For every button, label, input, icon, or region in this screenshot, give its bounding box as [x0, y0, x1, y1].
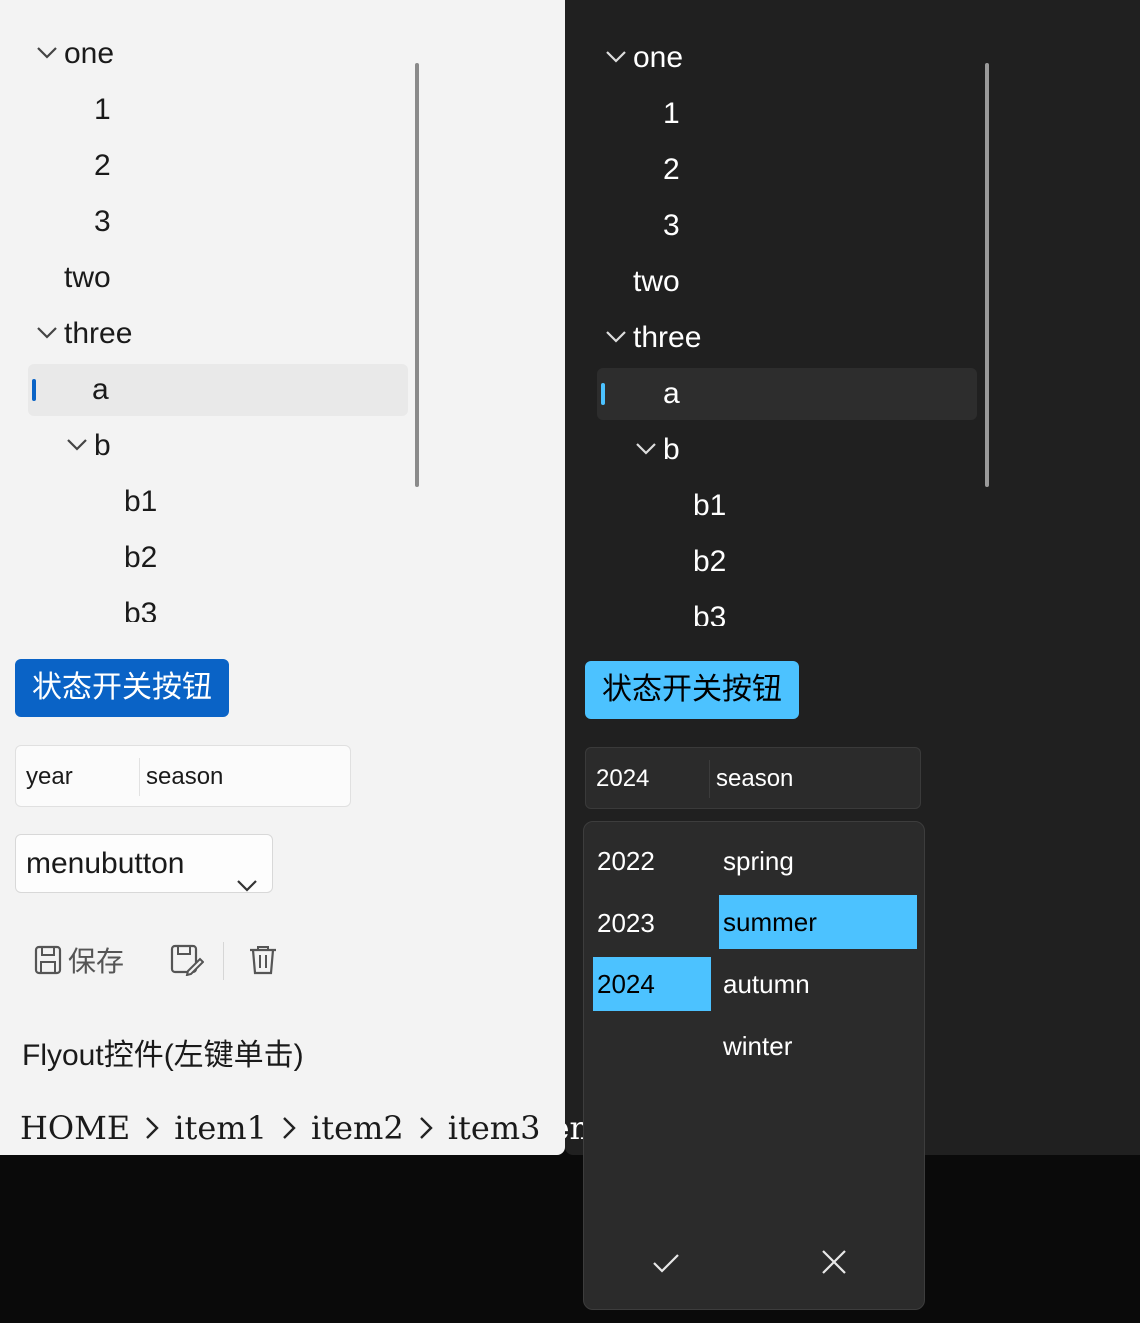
picker-season: season [716, 765, 794, 792]
state-toggle-button[interactable]: 状态开关按钮 [585, 661, 799, 719]
tree-item-label: 2 [94, 149, 111, 182]
tree-item-label: a [663, 377, 680, 410]
tree-item-a[interactable]: a [28, 364, 408, 416]
tree-item-label: b1 [124, 485, 158, 518]
season-option[interactable]: autumn [719, 957, 917, 1011]
tree-item-1[interactable]: 1 [28, 84, 408, 136]
tree-item-two[interactable]: two [597, 256, 977, 308]
tree-item-b1[interactable]: b1 [597, 480, 977, 532]
breadcrumb-item[interactable]: HOME [20, 1109, 130, 1147]
flyout-actions [584, 1225, 924, 1309]
tree-item-label: three [64, 317, 133, 350]
tree-item-b2[interactable]: b2 [28, 532, 408, 584]
chevron-down-icon [236, 855, 258, 912]
tree-item-b[interactable]: b [28, 420, 408, 472]
tree-item-a[interactable]: a [597, 368, 977, 420]
flyout-trigger-label[interactable]: Flyout控件(左键单击) [22, 1030, 304, 1074]
accept-button[interactable] [646, 1245, 686, 1285]
year-season-flyout: 2022 2023 2024 spring summer autumn wint… [583, 821, 925, 1310]
checkmark-icon [652, 1250, 680, 1281]
light-theme-panel: one 1 2 3 two three a b b1 b2 b3 状态开关按钮 … [0, 0, 565, 1155]
picker-year: year [26, 763, 73, 790]
tree-item-two[interactable]: two [28, 252, 408, 304]
tree-item-b3[interactable]: b3 [28, 588, 408, 622]
picker-divider [139, 758, 140, 796]
tree-item-label: b3 [693, 601, 727, 626]
year-season-picker[interactable]: year season [15, 745, 351, 807]
tree-item-label: three [633, 321, 702, 354]
tree-item-3[interactable]: 3 [28, 196, 408, 248]
year-option[interactable]: 2023 [593, 896, 711, 950]
tree-item-label: 2 [663, 153, 680, 186]
year-option[interactable]: 2022 [593, 834, 711, 888]
tree-item-b[interactable]: b [597, 424, 977, 476]
selection-indicator [601, 383, 605, 405]
tree-item-three[interactable]: three [28, 308, 408, 360]
breadcrumb-item[interactable]: item2 [311, 1109, 404, 1147]
tree-item-label: b [663, 433, 680, 466]
command-separator [223, 942, 224, 980]
tree-item-label: b [94, 429, 111, 462]
picker-divider [709, 760, 710, 798]
tree-item-label: two [633, 265, 680, 298]
season-option-selected[interactable]: summer [719, 895, 917, 949]
tree-view[interactable]: one 1 2 3 two three a b b1 b2 b3 [597, 30, 977, 626]
chevron-right-icon [281, 1115, 297, 1141]
season-option[interactable]: winter [719, 1019, 917, 1073]
save-label: 保存 [68, 946, 125, 977]
tree-item-label: two [64, 261, 111, 294]
tree-view[interactable]: one 1 2 3 two three a b b1 b2 b3 [28, 26, 408, 622]
close-icon [821, 1249, 847, 1282]
chevron-right-icon [418, 1115, 434, 1141]
tree-item-b2[interactable]: b2 [597, 536, 977, 588]
breadcrumb-item[interactable]: item1 [174, 1109, 267, 1147]
breadcrumb: HOME item1 item2 item3 [20, 1106, 540, 1147]
picker-season: season [146, 763, 224, 790]
tree-item-label: 3 [94, 205, 111, 238]
tree-scrollbar[interactable] [985, 63, 989, 487]
tree-item-label: b1 [693, 489, 727, 522]
state-toggle-button[interactable]: 状态开关按钮 [15, 659, 229, 717]
tree-item-one[interactable]: one [28, 28, 408, 80]
tree-item-2[interactable]: 2 [597, 144, 977, 196]
picker-year: 2024 [596, 765, 650, 792]
save-as-button[interactable] [170, 936, 204, 984]
menu-button[interactable]: menubutton [15, 834, 273, 893]
selection-indicator [32, 379, 36, 401]
tree-item-label: a [92, 373, 109, 406]
year-season-picker[interactable]: 2024 season [585, 747, 921, 809]
tree-scrollbar[interactable] [415, 63, 419, 487]
save-button[interactable]: 保存 [34, 936, 124, 984]
tree-item-1[interactable]: 1 [597, 88, 977, 140]
tree-item-label: 1 [663, 97, 680, 130]
breadcrumb-item[interactable]: item3 [448, 1109, 541, 1147]
season-option[interactable]: spring [719, 834, 917, 888]
delete-button[interactable] [248, 936, 278, 984]
tree-item-2[interactable]: 2 [28, 140, 408, 192]
save-edit-icon [170, 944, 204, 976]
menu-button-label: menubutton [26, 847, 185, 880]
save-icon [34, 945, 62, 975]
tree-item-label: b2 [124, 541, 158, 574]
tree-item-label: b3 [124, 597, 158, 622]
tree-item-label: b2 [693, 545, 727, 578]
tree-item-label: one [633, 41, 684, 74]
tree-item-one[interactable]: one [597, 32, 977, 84]
trash-icon [248, 944, 278, 976]
chevron-right-icon [144, 1115, 160, 1141]
tree-item-three[interactable]: three [597, 312, 977, 364]
command-bar: 保存 [30, 936, 310, 984]
tree-item-label: one [64, 37, 115, 70]
tree-item-label: 3 [663, 209, 680, 242]
tree-item-3[interactable]: 3 [597, 200, 977, 252]
tree-item-label: 1 [94, 93, 111, 126]
tree-item-b3[interactable]: b3 [597, 592, 977, 626]
tree-item-b1[interactable]: b1 [28, 476, 408, 528]
dismiss-button[interactable] [814, 1245, 854, 1285]
year-option-selected[interactable]: 2024 [593, 957, 711, 1011]
